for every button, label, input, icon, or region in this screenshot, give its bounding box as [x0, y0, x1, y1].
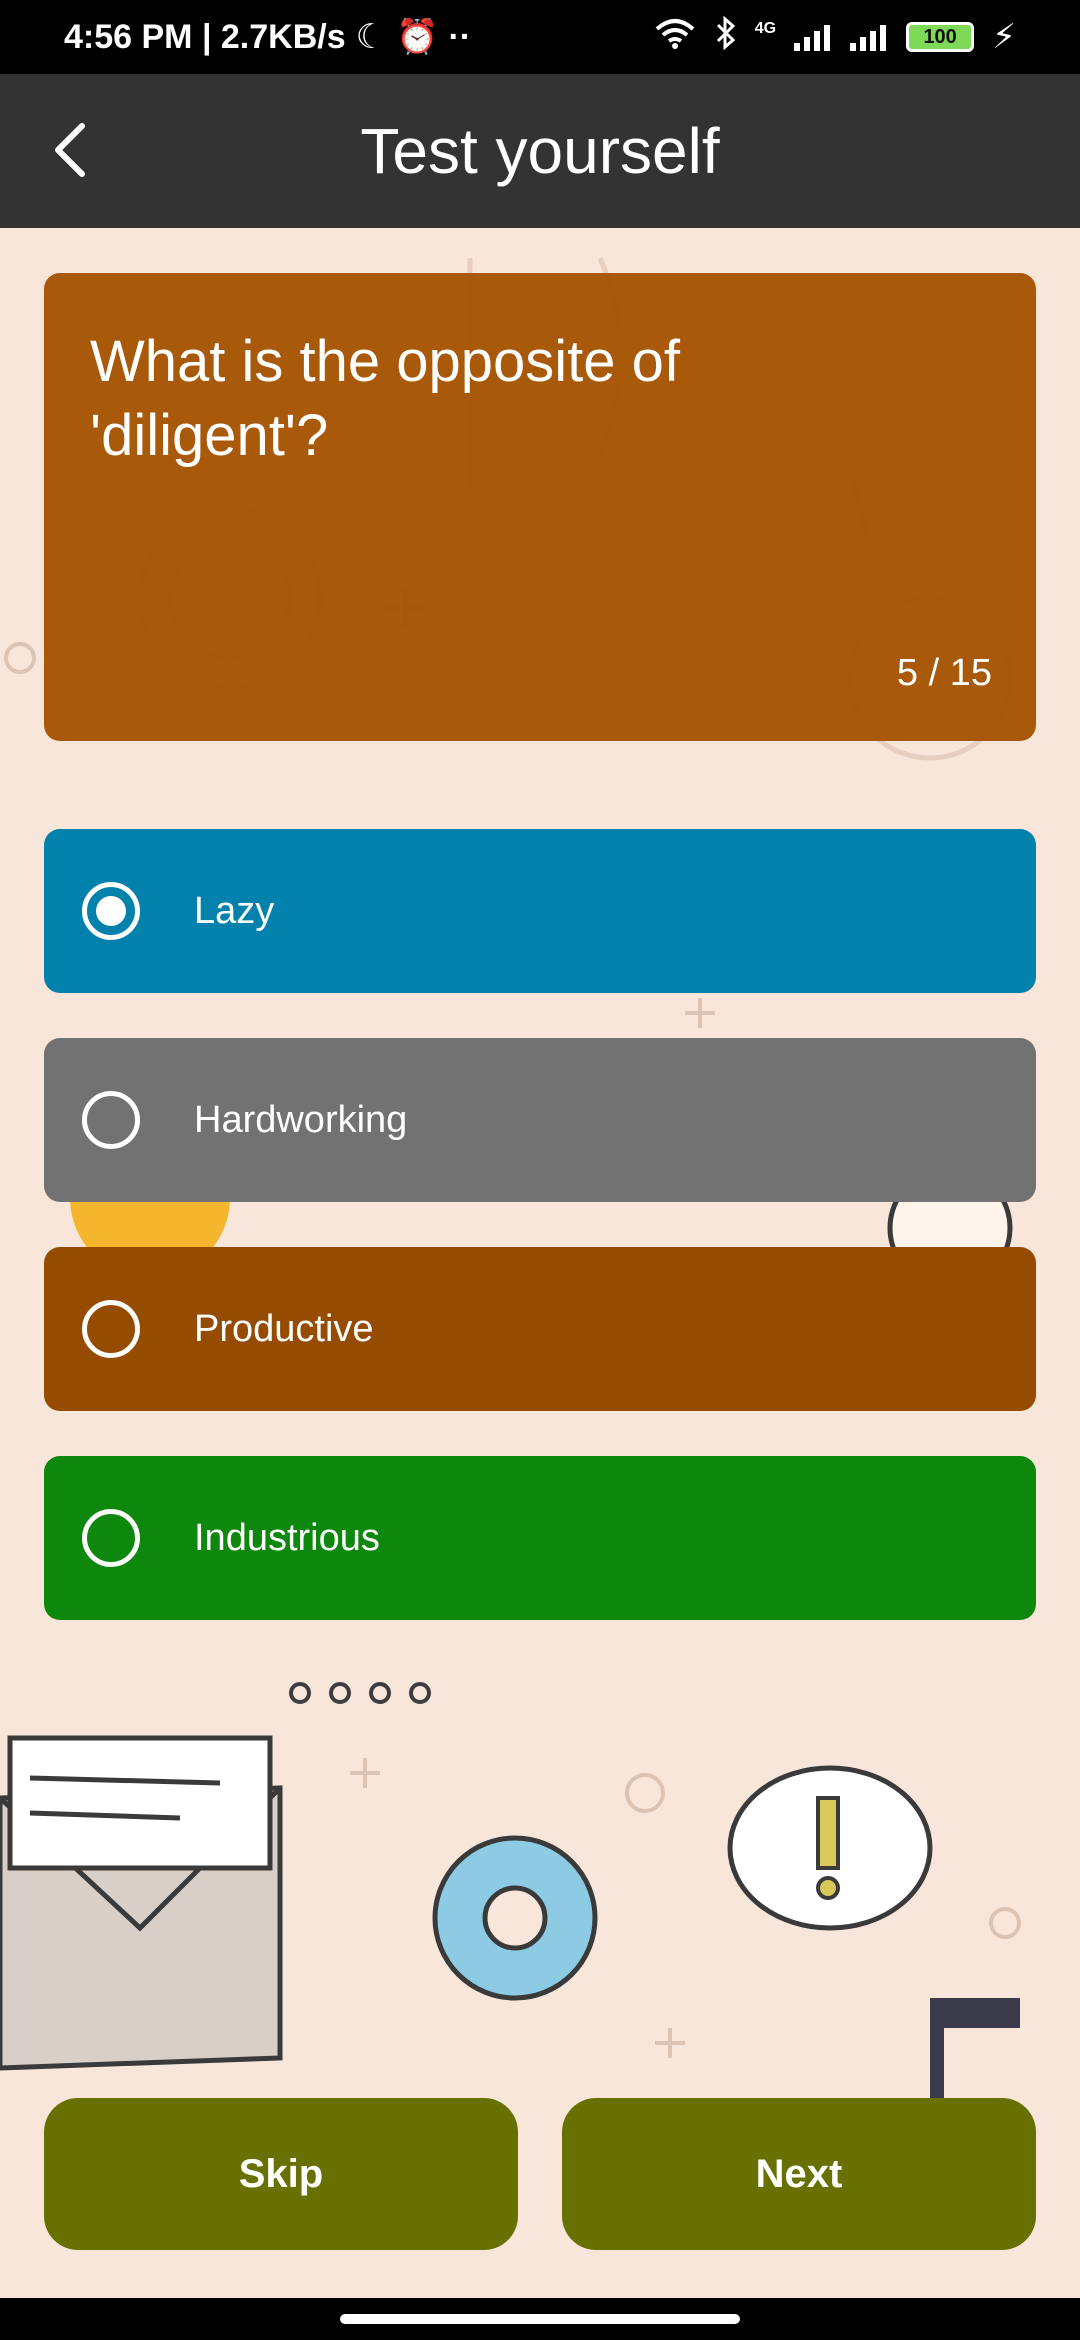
radio-selected-icon[interactable]: [82, 882, 140, 940]
alarm-icon: ⏰: [396, 18, 439, 56]
question-counter: 5 / 15: [896, 652, 992, 694]
status-time: 4:56 PM | 2.7KB/s: [64, 17, 346, 56]
radio-unselected-icon[interactable]: [82, 1091, 140, 1149]
answer-option-hardworking[interactable]: Hardworking: [44, 1038, 1036, 1202]
app-bar: Test yourself: [0, 74, 1080, 228]
cell-signal-icon: [794, 23, 832, 51]
navigation-bar: [0, 2298, 1080, 2340]
page-title: Test yourself: [360, 115, 720, 187]
back-arrow-icon: [55, 123, 85, 177]
option-label: Productive: [194, 1307, 374, 1350]
option-label: Lazy: [194, 889, 275, 932]
moon-icon: ☾: [355, 18, 387, 56]
option-label: Industrious: [194, 1516, 380, 1559]
next-button[interactable]: Next: [562, 2098, 1036, 2250]
question-text: What is the opposite of 'diligent'?: [90, 329, 680, 468]
bluetooth-icon: [715, 15, 737, 59]
radio-unselected-icon[interactable]: [82, 1300, 140, 1358]
answer-option-lazy[interactable]: Lazy: [44, 829, 1036, 993]
network-type: 4G: [754, 20, 777, 37]
back-button[interactable]: [30, 110, 110, 190]
battery-level: 100: [923, 25, 957, 48]
answer-option-industrious[interactable]: Industrious: [44, 1456, 1036, 1620]
radio-unselected-icon[interactable]: [82, 1509, 140, 1567]
option-label: Hardworking: [194, 1098, 408, 1141]
more-notifications-icon: ··: [448, 17, 472, 56]
charging-icon: ⚡: [992, 18, 1016, 56]
answer-option-productive[interactable]: Productive: [44, 1247, 1036, 1411]
cell-signal-2-icon: [850, 23, 888, 51]
status-bar: 4:56 PM | 2.7KB/s ☾ ⏰ ·· 4G 100 ⚡: [0, 0, 1080, 74]
question-card: What is the opposite of 'diligent'? 5 / …: [44, 273, 1036, 741]
battery-icon: 100: [906, 22, 975, 52]
wifi-icon: [653, 17, 697, 58]
skip-button[interactable]: Skip: [44, 2098, 518, 2250]
home-indicator[interactable]: [340, 2314, 740, 2324]
